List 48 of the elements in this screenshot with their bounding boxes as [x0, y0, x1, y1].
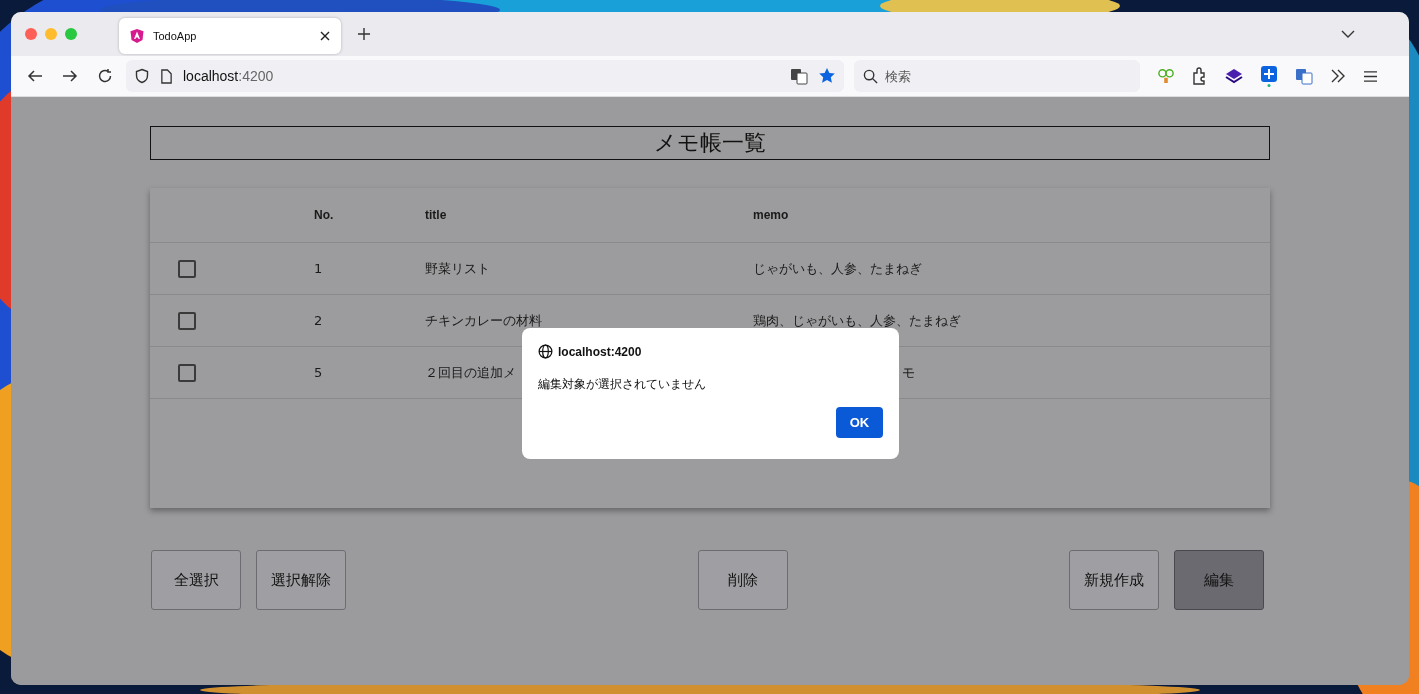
menu-icon[interactable]	[1363, 69, 1378, 83]
layers-icon[interactable]	[1225, 68, 1243, 84]
search-field[interactable]: 検索	[854, 60, 1140, 92]
new-tab-icon[interactable]	[357, 27, 371, 41]
page-icon	[160, 68, 173, 84]
action-button[interactable]: 全選択	[151, 550, 241, 610]
ok-button[interactable]: OK	[836, 407, 883, 438]
tab-title: TodoApp	[153, 30, 198, 42]
action-button[interactable]: 編集	[1174, 550, 1264, 610]
action-button[interactable]: 削除	[697, 550, 788, 610]
close-icon[interactable]	[319, 30, 331, 42]
address-bar[interactable]: localhost:4200	[126, 60, 844, 92]
dialog-message: 編集対象が選択されていません	[538, 376, 707, 393]
checkbox[interactable]	[178, 363, 196, 382]
close-window-button[interactable]	[25, 28, 37, 40]
checkbox[interactable]	[178, 311, 196, 330]
extension-icon[interactable]	[1157, 68, 1175, 84]
action-button[interactable]: 新規作成	[1069, 550, 1159, 610]
table-cell: じゃがいも、人参、たまねぎ	[753, 259, 922, 278]
chevrons-right-icon[interactable]	[1330, 69, 1346, 83]
dialog-origin: localhost:4200	[558, 344, 642, 359]
page-heading: メモ帳一覧	[150, 126, 1270, 160]
table-cell: モ	[902, 363, 915, 382]
forward-icon[interactable]	[62, 68, 78, 84]
browser-tab[interactable]: TodoApp	[119, 18, 341, 54]
column-header: No.	[313, 208, 335, 222]
shield-logo-icon	[129, 28, 145, 44]
table-cell: 鶏肉、じゃがいも、人参、たまねぎ	[753, 311, 961, 330]
reload-icon[interactable]	[97, 68, 113, 84]
table-cell: 1	[314, 261, 323, 276]
puzzle-icon[interactable]	[1192, 67, 1208, 85]
star-icon[interactable]	[818, 67, 836, 85]
column-header: title	[424, 208, 448, 222]
shield-icon	[134, 68, 150, 84]
checkbox[interactable]	[178, 259, 196, 278]
table-cell: 2	[314, 313, 323, 328]
table-cell: チキンカレーの材料	[425, 312, 542, 328]
table-cell: 野菜リスト	[425, 260, 490, 276]
globe-icon	[538, 344, 553, 359]
chevron-down-icon[interactable]	[1341, 30, 1355, 38]
search-icon	[863, 69, 878, 84]
url-text: localhost:4200	[183, 68, 274, 84]
action-button[interactable]: 選択解除	[256, 550, 346, 610]
column-header: memo	[752, 208, 790, 222]
table-cell: 5	[314, 365, 323, 380]
plus-square-icon[interactable]	[1260, 65, 1278, 87]
back-icon[interactable]	[27, 68, 43, 84]
table-cell: ２回目の追加メ	[425, 364, 516, 380]
